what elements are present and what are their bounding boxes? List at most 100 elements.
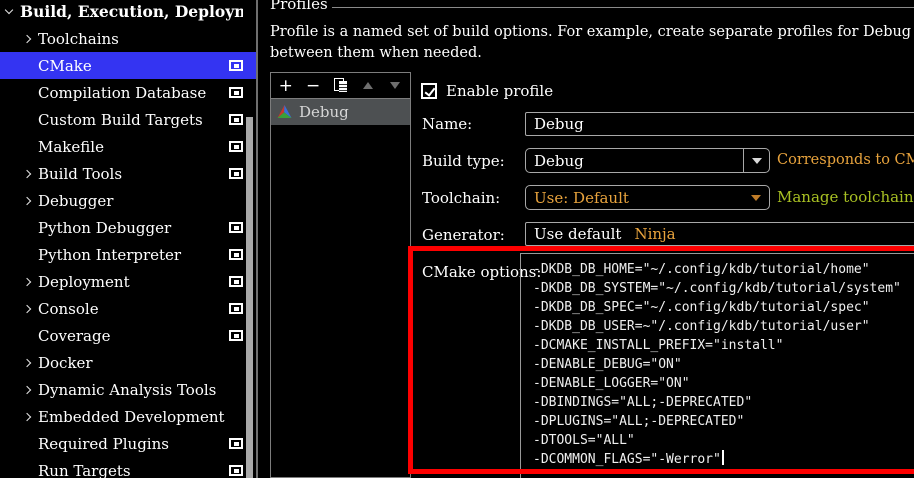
sidebar-item-compilation-database[interactable]: Compilation Database xyxy=(0,79,256,106)
toolchain-value: Use: Default xyxy=(534,189,629,207)
chevron-right-icon[interactable] xyxy=(23,196,31,204)
build-type-select[interactable]: Debug xyxy=(525,148,770,173)
enable-profile-checkbox[interactable] xyxy=(421,83,437,99)
chevron-right-icon[interactable] xyxy=(23,358,31,366)
profiles-description-line1: Profile is a named set of build options.… xyxy=(270,22,914,43)
cmake-logo-icon xyxy=(277,105,292,119)
sidebar-item-build-execution-deployment[interactable]: Build, Execution, Deployment xyxy=(0,0,256,25)
screen-icon xyxy=(229,114,243,125)
cmake-settings-panel: Profiles Profile is a named set of build… xyxy=(258,0,914,478)
profiles-description: Profile is a named set of build options.… xyxy=(270,22,914,64)
screen-icon xyxy=(229,330,243,341)
cmake-option-line: -DKDB_DB_HOME="~/.config/kdb/tutorial/ho… xyxy=(533,260,914,279)
sidebar-item-custom-build-targets[interactable]: Custom Build Targets xyxy=(0,106,256,133)
name-value: Debug xyxy=(534,115,584,133)
chevron-right-icon[interactable] xyxy=(23,412,31,420)
chevron-down-icon[interactable] xyxy=(5,6,13,14)
profiles-section-title: Profiles xyxy=(270,0,328,13)
cmake-options-textarea[interactable]: -DKDB_DB_HOME="~/.config/kdb/tutorial/ho… xyxy=(520,253,914,478)
manage-toolchains-link[interactable]: Manage toolchains... xyxy=(777,188,914,206)
sidebar-item-makefile[interactable]: Makefile xyxy=(0,133,256,160)
build-type-label: Build type: xyxy=(422,152,505,170)
sidebar-item-embedded-development[interactable]: Embedded Development xyxy=(0,403,256,430)
sidebar-item-deployment[interactable]: Deployment xyxy=(0,268,256,295)
move-up-button[interactable] xyxy=(359,76,376,96)
sidebar-item-coverage[interactable]: Coverage xyxy=(0,322,256,349)
sidebar-item-console[interactable]: Console xyxy=(0,295,256,322)
name-label: Name: xyxy=(422,115,472,133)
sidebar-item-python-interpreter[interactable]: Python Interpreter xyxy=(0,241,256,268)
screen-icon xyxy=(229,87,243,98)
sidebar-item-label: Python Debugger xyxy=(38,219,229,237)
sidebar-item-label: Build Tools xyxy=(38,165,229,183)
chevron-right-icon[interactable] xyxy=(23,385,31,393)
screen-icon xyxy=(229,141,243,152)
sidebar-item-label: CMake xyxy=(38,57,229,75)
copy-profile-button[interactable] xyxy=(332,76,349,96)
screen-icon xyxy=(229,465,243,476)
profile-list-toolbar: + − xyxy=(271,73,410,99)
sidebar-item-docker[interactable]: Docker xyxy=(0,349,256,376)
screen-icon xyxy=(229,60,243,71)
add-profile-button[interactable]: + xyxy=(277,76,294,96)
sidebar-item-build-tools[interactable]: Build Tools xyxy=(0,160,256,187)
settings-tree: Build, Execution, Deployment Toolchains … xyxy=(0,0,256,478)
sidebar-item-python-debugger[interactable]: Python Debugger xyxy=(0,214,256,241)
chevron-right-icon[interactable] xyxy=(23,277,31,285)
toolchain-select[interactable]: Use: Default xyxy=(525,185,770,210)
profile-list-item-debug[interactable]: Debug xyxy=(271,99,410,125)
sidebar-item-label: Build, Execution, Deployment xyxy=(20,2,243,21)
cmake-option-line: -DKDB_DB_SYSTEM="~/.config/kdb/tutorial/… xyxy=(533,279,914,298)
copy-icon xyxy=(334,78,348,93)
screen-icon xyxy=(229,276,243,287)
cmake-option-line: -DENABLE_LOGGER="ON" xyxy=(533,374,914,393)
enable-profile-label: Enable profile xyxy=(446,82,553,100)
arrow-up-icon xyxy=(363,82,373,89)
generator-label: Generator: xyxy=(422,226,505,244)
screen-icon xyxy=(229,303,243,314)
settings-sidebar: Build, Execution, Deployment Toolchains … xyxy=(0,0,256,478)
sidebar-item-cmake[interactable]: CMake xyxy=(0,52,256,79)
sidebar-item-label: Deployment xyxy=(38,273,229,291)
cmake-option-line: -DKDB_DB_USER=~"/.config/kdb/tutorial/us… xyxy=(533,317,914,336)
remove-profile-button[interactable]: − xyxy=(304,76,321,96)
toolchain-label: Toolchain: xyxy=(422,189,500,207)
text-caret xyxy=(722,450,724,465)
cmake-option-line: -DCOMMON_FLAGS="-Werror" xyxy=(533,450,914,469)
cmake-option-line: -DENABLE_DEBUG="ON" xyxy=(533,355,914,374)
sidebar-item-label: Custom Build Targets xyxy=(38,111,229,129)
move-down-button[interactable] xyxy=(387,76,404,96)
sidebar-item-dynamic-analysis-tools[interactable]: Dynamic Analysis Tools xyxy=(0,376,256,403)
cmake-option-line: -DPLUGINS="ALL;-DEPRECATED" xyxy=(533,412,914,431)
screen-icon xyxy=(229,222,243,233)
sidebar-item-toolchains[interactable]: Toolchains xyxy=(0,25,256,52)
chevron-right-icon[interactable] xyxy=(23,34,31,42)
cmake-option-line: -DCMAKE_INSTALL_PREFIX="install" xyxy=(533,336,914,355)
generator-field[interactable]: Use default Ninja xyxy=(525,222,914,246)
name-input[interactable]: Debug xyxy=(525,112,914,136)
build-type-hint: Corresponds to CMAKE xyxy=(777,152,914,168)
sidebar-item-required-plugins[interactable]: Required Plugins xyxy=(0,430,256,457)
sidebar-scrollbar[interactable] xyxy=(246,117,253,478)
cmake-option-line: -DTOOLS="ALL" xyxy=(533,431,914,450)
screen-icon xyxy=(229,249,243,260)
profile-list-panel: + − Debug xyxy=(270,72,411,478)
sidebar-item-debugger[interactable]: Debugger xyxy=(0,187,256,214)
sidebar-item-label: Run Targets xyxy=(38,462,229,478)
arrow-down-icon xyxy=(390,82,400,89)
chevron-down-icon xyxy=(751,195,761,201)
chevron-down-icon xyxy=(752,158,762,164)
chevron-right-icon[interactable] xyxy=(23,169,31,177)
cmake-option-line: -DKDB_DB_SPEC="~/.config/kdb/tutorial/sp… xyxy=(533,298,914,317)
sidebar-item-label: Console xyxy=(38,300,229,318)
enable-profile-checkbox-row[interactable]: Enable profile xyxy=(421,82,553,100)
chevron-right-icon[interactable] xyxy=(23,304,31,312)
section-divider xyxy=(332,7,914,8)
sidebar-item-run-targets[interactable]: Run Targets xyxy=(0,457,256,478)
sidebar-item-label: Dynamic Analysis Tools xyxy=(38,381,243,399)
sidebar-item-label: Python Interpreter xyxy=(38,246,229,264)
profiles-description-line2: between them when needed. xyxy=(270,43,914,64)
sidebar-item-label: Compilation Database xyxy=(38,84,229,102)
generator-value-prefix: Use default xyxy=(534,225,621,243)
sidebar-item-label: Coverage xyxy=(38,327,229,345)
